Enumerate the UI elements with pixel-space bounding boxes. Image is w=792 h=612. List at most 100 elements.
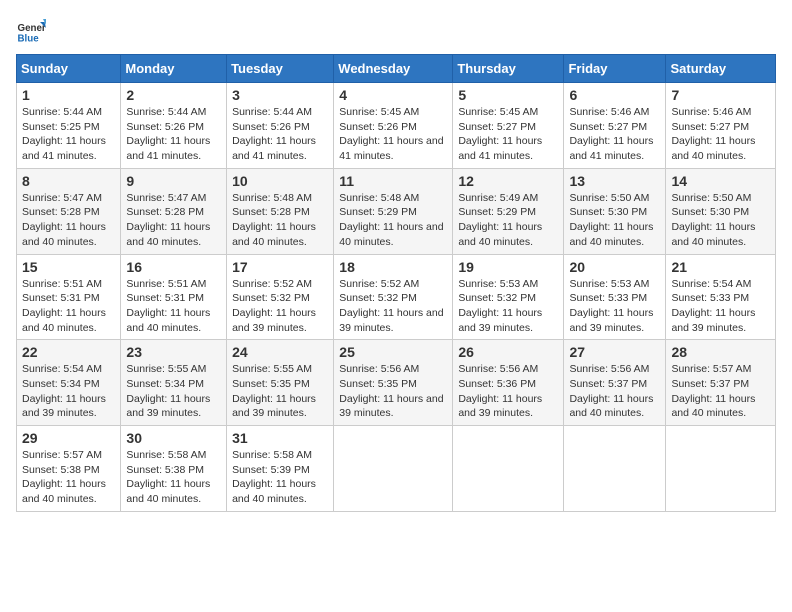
calendar-cell: 3 Sunrise: 5:44 AM Sunset: 5:26 PM Dayli… bbox=[227, 83, 334, 169]
calendar-week-row: 1 Sunrise: 5:44 AM Sunset: 5:25 PM Dayli… bbox=[17, 83, 776, 169]
day-info: Sunrise: 5:48 AM Sunset: 5:28 PM Dayligh… bbox=[232, 191, 328, 250]
day-number: 19 bbox=[458, 259, 558, 275]
calendar-cell: 30 Sunrise: 5:58 AM Sunset: 5:38 PM Dayl… bbox=[121, 426, 227, 512]
logo: General Blue bbox=[16, 16, 46, 46]
calendar-week-row: 15 Sunrise: 5:51 AM Sunset: 5:31 PM Dayl… bbox=[17, 254, 776, 340]
calendar-cell bbox=[666, 426, 776, 512]
day-info: Sunrise: 5:44 AM Sunset: 5:26 PM Dayligh… bbox=[126, 105, 221, 164]
day-info: Sunrise: 5:46 AM Sunset: 5:27 PM Dayligh… bbox=[671, 105, 770, 164]
day-info: Sunrise: 5:45 AM Sunset: 5:27 PM Dayligh… bbox=[458, 105, 558, 164]
calendar-cell: 28 Sunrise: 5:57 AM Sunset: 5:37 PM Dayl… bbox=[666, 340, 776, 426]
calendar-cell: 19 Sunrise: 5:53 AM Sunset: 5:32 PM Dayl… bbox=[453, 254, 564, 340]
day-info: Sunrise: 5:51 AM Sunset: 5:31 PM Dayligh… bbox=[22, 277, 115, 336]
calendar-cell: 10 Sunrise: 5:48 AM Sunset: 5:28 PM Dayl… bbox=[227, 168, 334, 254]
svg-text:General: General bbox=[18, 23, 47, 34]
calendar-table: SundayMondayTuesdayWednesdayThursdayFrid… bbox=[16, 54, 776, 512]
weekday-header: Friday bbox=[564, 55, 666, 83]
day-info: Sunrise: 5:56 AM Sunset: 5:36 PM Dayligh… bbox=[458, 362, 558, 421]
calendar-cell: 27 Sunrise: 5:56 AM Sunset: 5:37 PM Dayl… bbox=[564, 340, 666, 426]
day-info: Sunrise: 5:48 AM Sunset: 5:29 PM Dayligh… bbox=[339, 191, 447, 250]
day-number: 18 bbox=[339, 259, 447, 275]
day-number: 30 bbox=[126, 430, 221, 446]
calendar-cell: 8 Sunrise: 5:47 AM Sunset: 5:28 PM Dayli… bbox=[17, 168, 121, 254]
day-info: Sunrise: 5:50 AM Sunset: 5:30 PM Dayligh… bbox=[671, 191, 770, 250]
day-info: Sunrise: 5:57 AM Sunset: 5:38 PM Dayligh… bbox=[22, 448, 115, 507]
calendar-cell: 23 Sunrise: 5:55 AM Sunset: 5:34 PM Dayl… bbox=[121, 340, 227, 426]
calendar-cell: 9 Sunrise: 5:47 AM Sunset: 5:28 PM Dayli… bbox=[121, 168, 227, 254]
day-number: 3 bbox=[232, 87, 328, 103]
calendar-header: SundayMondayTuesdayWednesdayThursdayFrid… bbox=[17, 55, 776, 83]
day-number: 23 bbox=[126, 344, 221, 360]
weekday-header: Thursday bbox=[453, 55, 564, 83]
day-info: Sunrise: 5:53 AM Sunset: 5:33 PM Dayligh… bbox=[569, 277, 660, 336]
day-info: Sunrise: 5:54 AM Sunset: 5:33 PM Dayligh… bbox=[671, 277, 770, 336]
day-info: Sunrise: 5:53 AM Sunset: 5:32 PM Dayligh… bbox=[458, 277, 558, 336]
weekday-header: Saturday bbox=[666, 55, 776, 83]
calendar-week-row: 8 Sunrise: 5:47 AM Sunset: 5:28 PM Dayli… bbox=[17, 168, 776, 254]
day-number: 29 bbox=[22, 430, 115, 446]
day-info: Sunrise: 5:55 AM Sunset: 5:35 PM Dayligh… bbox=[232, 362, 328, 421]
day-number: 13 bbox=[569, 173, 660, 189]
day-info: Sunrise: 5:52 AM Sunset: 5:32 PM Dayligh… bbox=[232, 277, 328, 336]
day-number: 8 bbox=[22, 173, 115, 189]
day-info: Sunrise: 5:52 AM Sunset: 5:32 PM Dayligh… bbox=[339, 277, 447, 336]
calendar-cell: 18 Sunrise: 5:52 AM Sunset: 5:32 PM Dayl… bbox=[334, 254, 453, 340]
day-info: Sunrise: 5:50 AM Sunset: 5:30 PM Dayligh… bbox=[569, 191, 660, 250]
calendar-cell: 24 Sunrise: 5:55 AM Sunset: 5:35 PM Dayl… bbox=[227, 340, 334, 426]
calendar-cell: 22 Sunrise: 5:54 AM Sunset: 5:34 PM Dayl… bbox=[17, 340, 121, 426]
day-info: Sunrise: 5:47 AM Sunset: 5:28 PM Dayligh… bbox=[126, 191, 221, 250]
day-number: 2 bbox=[126, 87, 221, 103]
day-number: 16 bbox=[126, 259, 221, 275]
calendar-cell: 31 Sunrise: 5:58 AM Sunset: 5:39 PM Dayl… bbox=[227, 426, 334, 512]
day-number: 15 bbox=[22, 259, 115, 275]
day-number: 6 bbox=[569, 87, 660, 103]
calendar-cell: 13 Sunrise: 5:50 AM Sunset: 5:30 PM Dayl… bbox=[564, 168, 666, 254]
day-info: Sunrise: 5:44 AM Sunset: 5:25 PM Dayligh… bbox=[22, 105, 115, 164]
day-number: 14 bbox=[671, 173, 770, 189]
calendar-cell: 15 Sunrise: 5:51 AM Sunset: 5:31 PM Dayl… bbox=[17, 254, 121, 340]
calendar-cell: 21 Sunrise: 5:54 AM Sunset: 5:33 PM Dayl… bbox=[666, 254, 776, 340]
day-number: 28 bbox=[671, 344, 770, 360]
day-number: 31 bbox=[232, 430, 328, 446]
calendar-cell: 20 Sunrise: 5:53 AM Sunset: 5:33 PM Dayl… bbox=[564, 254, 666, 340]
weekday-header: Tuesday bbox=[227, 55, 334, 83]
calendar-cell: 12 Sunrise: 5:49 AM Sunset: 5:29 PM Dayl… bbox=[453, 168, 564, 254]
calendar-cell: 16 Sunrise: 5:51 AM Sunset: 5:31 PM Dayl… bbox=[121, 254, 227, 340]
day-info: Sunrise: 5:56 AM Sunset: 5:35 PM Dayligh… bbox=[339, 362, 447, 421]
day-info: Sunrise: 5:44 AM Sunset: 5:26 PM Dayligh… bbox=[232, 105, 328, 164]
day-info: Sunrise: 5:58 AM Sunset: 5:39 PM Dayligh… bbox=[232, 448, 328, 507]
calendar-cell: 29 Sunrise: 5:57 AM Sunset: 5:38 PM Dayl… bbox=[17, 426, 121, 512]
calendar-cell: 11 Sunrise: 5:48 AM Sunset: 5:29 PM Dayl… bbox=[334, 168, 453, 254]
day-number: 20 bbox=[569, 259, 660, 275]
calendar-week-row: 29 Sunrise: 5:57 AM Sunset: 5:38 PM Dayl… bbox=[17, 426, 776, 512]
calendar-cell bbox=[564, 426, 666, 512]
day-info: Sunrise: 5:51 AM Sunset: 5:31 PM Dayligh… bbox=[126, 277, 221, 336]
day-number: 17 bbox=[232, 259, 328, 275]
day-number: 1 bbox=[22, 87, 115, 103]
day-info: Sunrise: 5:46 AM Sunset: 5:27 PM Dayligh… bbox=[569, 105, 660, 164]
svg-text:Blue: Blue bbox=[18, 34, 40, 45]
day-number: 24 bbox=[232, 344, 328, 360]
day-info: Sunrise: 5:49 AM Sunset: 5:29 PM Dayligh… bbox=[458, 191, 558, 250]
header: General Blue bbox=[16, 16, 776, 46]
day-number: 25 bbox=[339, 344, 447, 360]
calendar-cell bbox=[334, 426, 453, 512]
weekday-header: Sunday bbox=[17, 55, 121, 83]
day-info: Sunrise: 5:45 AM Sunset: 5:26 PM Dayligh… bbox=[339, 105, 447, 164]
calendar-cell: 26 Sunrise: 5:56 AM Sunset: 5:36 PM Dayl… bbox=[453, 340, 564, 426]
calendar-cell: 1 Sunrise: 5:44 AM Sunset: 5:25 PM Dayli… bbox=[17, 83, 121, 169]
calendar-cell: 2 Sunrise: 5:44 AM Sunset: 5:26 PM Dayli… bbox=[121, 83, 227, 169]
logo-icon: General Blue bbox=[16, 16, 46, 46]
calendar-body: 1 Sunrise: 5:44 AM Sunset: 5:25 PM Dayli… bbox=[17, 83, 776, 512]
day-info: Sunrise: 5:55 AM Sunset: 5:34 PM Dayligh… bbox=[126, 362, 221, 421]
day-number: 12 bbox=[458, 173, 558, 189]
day-number: 21 bbox=[671, 259, 770, 275]
weekday-header: Wednesday bbox=[334, 55, 453, 83]
day-info: Sunrise: 5:57 AM Sunset: 5:37 PM Dayligh… bbox=[671, 362, 770, 421]
day-number: 11 bbox=[339, 173, 447, 189]
calendar-cell: 4 Sunrise: 5:45 AM Sunset: 5:26 PM Dayli… bbox=[334, 83, 453, 169]
day-info: Sunrise: 5:56 AM Sunset: 5:37 PM Dayligh… bbox=[569, 362, 660, 421]
day-number: 10 bbox=[232, 173, 328, 189]
day-number: 5 bbox=[458, 87, 558, 103]
calendar-cell bbox=[453, 426, 564, 512]
